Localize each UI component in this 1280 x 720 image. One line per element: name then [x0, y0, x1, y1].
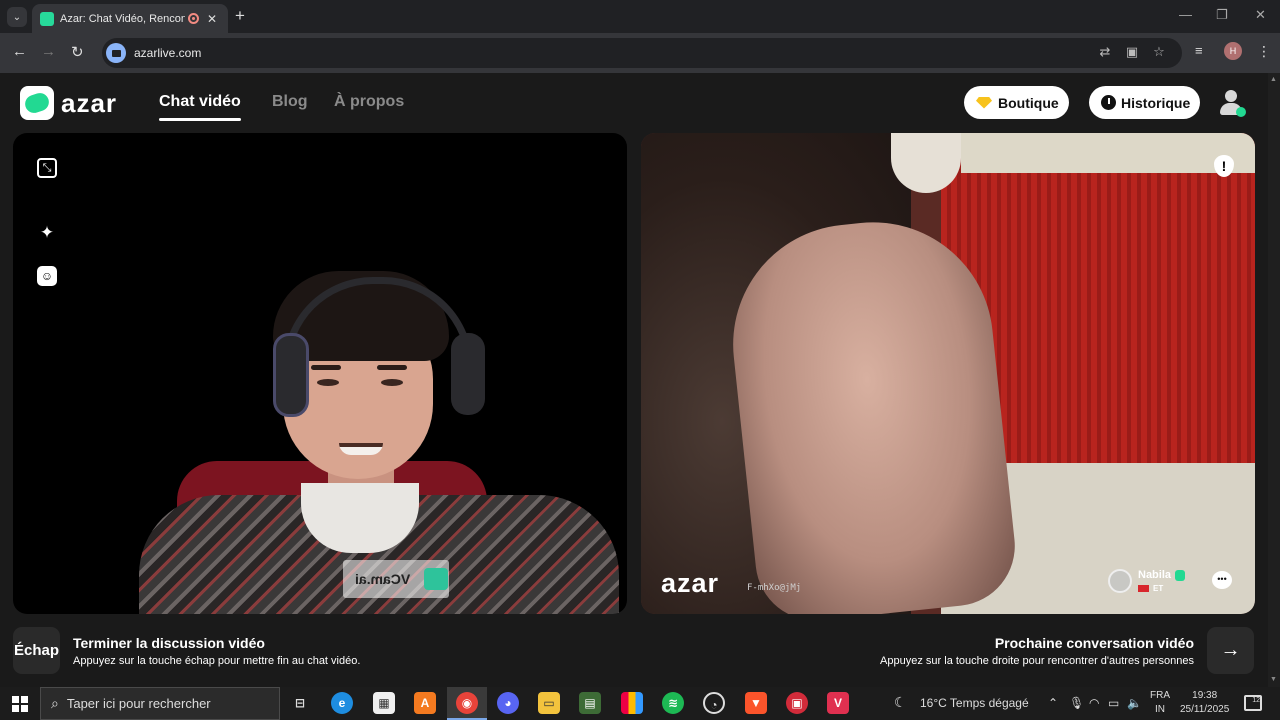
shop-button[interactable]: Boutique	[964, 86, 1069, 119]
azar-favicon-icon	[40, 11, 54, 26]
clock-icon	[1101, 95, 1116, 110]
scroll-up-icon[interactable]: ▲	[1270, 76, 1277, 83]
effects-sparkle-icon[interactable]: ✦	[37, 223, 57, 243]
nav-about[interactable]: À propos	[334, 93, 404, 111]
watermark-text: VCam.ai	[355, 571, 411, 587]
next-chat-hint: Appuyez sur la touche droite pour rencon…	[880, 655, 1194, 667]
search-placeholder: Taper ici pour rechercher	[66, 696, 211, 711]
partner-country: ET	[1153, 584, 1164, 593]
browser-tab-bar: ⌄ Azar: Chat Vidéo, Rencontre ✕ + — ❐ ✕	[0, 0, 1280, 33]
vivaldi-icon[interactable]: V	[827, 692, 849, 714]
wifi-icon[interactable]: ◠	[1089, 696, 1099, 710]
browser-tab[interactable]: Azar: Chat Vidéo, Rencontre ✕	[32, 4, 228, 33]
notifications-icon[interactable]: 12	[1244, 695, 1262, 711]
face-filter-icon[interactable]: ☺	[37, 266, 57, 286]
back-icon[interactable]: ←	[12, 43, 27, 60]
browser-toolbar: ← → ↻ azarlive.com ⇄ ▣ ☆ ≡ H ⋮	[0, 33, 1280, 73]
end-chat-button[interactable]: Échap	[13, 627, 60, 674]
media-control-icon[interactable]: ≡	[1195, 43, 1203, 58]
speedometer-app-icon[interactable]: ◔	[703, 692, 725, 714]
remote-video-panel: ! azar F-mhXo@jMj Nabila ET •••	[641, 133, 1255, 614]
windows-taskbar: ⌕ Taper ici pour rechercher ⊟ e ▦ A ◉ ◕ …	[0, 687, 1280, 720]
user-account-icon[interactable]	[1216, 88, 1246, 118]
minimize-video-icon[interactable]: ⤡	[37, 158, 57, 178]
translate-icon[interactable]: ⇄	[1098, 45, 1112, 59]
chat-bubble-icon[interactable]: •••	[1212, 571, 1232, 589]
remote-azar-watermark: azar	[661, 568, 720, 598]
windows-start-icon[interactable]	[12, 696, 28, 712]
task-view-icon[interactable]: ⊟	[289, 692, 311, 714]
url-text: azarlive.com	[134, 46, 202, 60]
close-window-icon[interactable]: ✕	[1255, 7, 1266, 23]
vcam-logo-icon	[424, 568, 449, 590]
site-info-icon[interactable]	[106, 43, 126, 63]
bookmark-star-icon[interactable]: ☆	[1152, 45, 1166, 59]
weather-text[interactable]: 16°C Temps dégagé	[920, 696, 1029, 710]
keyboard-layout: IN	[1155, 704, 1165, 715]
local-video-panel: ⤡ ✦ ☺ VCam.ai	[13, 133, 627, 614]
system-clock[interactable]: 19:38 25/11/2025	[1180, 689, 1229, 717]
taskbar-search[interactable]: ⌕ Taper ici pour rechercher	[40, 687, 280, 720]
history-button[interactable]: Historique	[1089, 86, 1201, 119]
end-chat-title: Terminer la discussion vidéo	[73, 635, 265, 651]
browser-menu-icon[interactable]: ⋮	[1257, 43, 1271, 60]
country-flag-icon	[1138, 585, 1149, 592]
address-bar[interactable]: azarlive.com ⇄ ▣ ☆	[102, 38, 1182, 68]
colorful-app-icon[interactable]	[621, 692, 643, 714]
discord-icon[interactable]: ◕	[497, 692, 519, 714]
chrome-icon[interactable]: ◉	[456, 692, 478, 714]
nav-blog[interactable]: Blog	[272, 93, 308, 111]
verified-badge-icon	[1175, 570, 1185, 581]
azar-logo[interactable]: azar	[20, 86, 117, 120]
page-scrollbar[interactable]	[1268, 73, 1280, 687]
vcam-watermark: VCam.ai	[343, 560, 449, 598]
app-a-icon[interactable]: A	[414, 692, 436, 714]
language-code: FRA	[1150, 690, 1170, 701]
install-app-icon[interactable]: ▣	[1125, 45, 1139, 59]
red-app-icon[interactable]: ▣	[786, 692, 808, 714]
clock-time: 19:38	[1192, 690, 1218, 701]
weather-moon-icon: ☾	[894, 694, 907, 710]
store-icon[interactable]: ▦	[373, 692, 395, 714]
reload-icon[interactable]: ↻	[71, 43, 84, 61]
new-tab-button[interactable]: +	[235, 6, 245, 26]
brave-icon[interactable]: ▼	[745, 692, 767, 714]
end-chat-hint: Appuyez sur la touche échap pour mettre …	[73, 655, 361, 667]
tab-search-dropdown[interactable]: ⌄	[7, 7, 27, 27]
shop-label: Boutique	[998, 94, 1059, 111]
partner-name: Nabila	[1138, 569, 1172, 581]
profile-avatar[interactable]: H	[1224, 42, 1242, 60]
history-label: Historique	[1121, 94, 1191, 111]
spotify-icon[interactable]: ≋	[662, 692, 684, 714]
forward-icon[interactable]: →	[41, 43, 56, 60]
partner-avatar[interactable]	[1108, 569, 1132, 593]
minimize-icon[interactable]: —	[1179, 7, 1192, 22]
edge-icon[interactable]: e	[331, 692, 353, 714]
logo-text: azar	[61, 87, 118, 118]
clock-date: 25/11/2025	[1180, 704, 1230, 715]
language-indicator[interactable]: FRA IN	[1150, 689, 1170, 717]
diamond-icon	[976, 96, 992, 109]
azar-logo-icon	[20, 86, 54, 120]
tab-close-icon[interactable]: ✕	[207, 12, 217, 26]
maximize-icon[interactable]: ❐	[1216, 7, 1228, 23]
search-icon: ⌕	[51, 695, 59, 711]
scroll-down-icon[interactable]: ▼	[1270, 676, 1277, 683]
remote-session-code: F-mhXo@jMj	[747, 583, 802, 593]
azar-page: azar Chat vidéo Blog À propos Boutique H…	[0, 73, 1268, 687]
volume-icon[interactable]: 🔈	[1127, 696, 1142, 710]
next-chat-button[interactable]: →	[1207, 627, 1254, 674]
file-explorer-icon[interactable]: ▭	[538, 692, 560, 714]
tab-title: Azar: Chat Vidéo, Rencontre	[60, 12, 185, 25]
nvidia-app-icon[interactable]: ▤	[579, 692, 601, 714]
battery-icon[interactable]: ▭	[1108, 696, 1119, 710]
nav-chat-video[interactable]: Chat vidéo	[159, 93, 241, 121]
next-chat-title: Prochaine conversation vidéo	[994, 635, 1194, 651]
recording-indicator-icon	[188, 13, 199, 24]
microphone-icon[interactable]: 🎙	[1069, 696, 1084, 710]
tray-expand-icon[interactable]: ⌃	[1048, 696, 1058, 710]
